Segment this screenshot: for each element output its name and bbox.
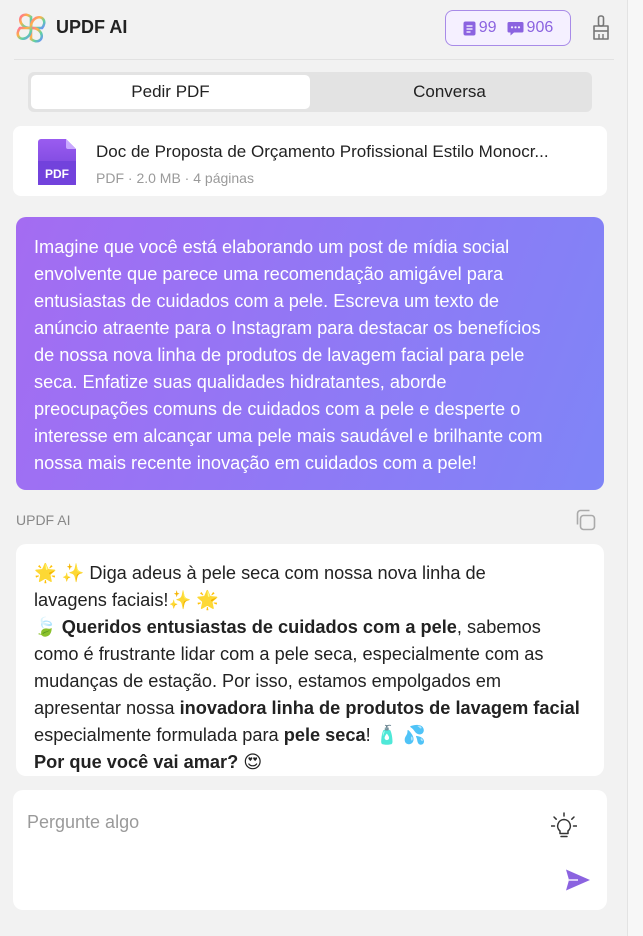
user-prompt-bubble: Imagine que você está elaborando um post… — [16, 217, 604, 490]
prompt-line: entusiastas de cuidados com a pele. Escr… — [34, 291, 500, 311]
response-bold: Queridos entusiastas de cuidados com a p… — [61, 617, 457, 637]
ai-response-card: 🌟 ✨ Diga adeus à pele seca com nossa nov… — [16, 544, 604, 776]
prompt-line: Imagine que você está elaborando um post… — [34, 237, 510, 257]
message-quota-count: 906 — [526, 19, 554, 36]
prompt-line: nossa mais recente inovação em cuidados … — [34, 453, 477, 473]
prompt-line: anúncio atraente para o Instagram para d… — [34, 318, 541, 338]
heart-eyes-emoji: 😍 — [238, 752, 263, 772]
leaf-emoji: 🍃 — [34, 617, 62, 637]
response-bold: inovadora linha de produtos de lavagem f… — [179, 698, 580, 718]
response-heading: Por que você vai amar? 😍 — [34, 749, 586, 776]
document-card[interactable]: PDF Doc de Proposta de Orçamento Profiss… — [13, 126, 607, 196]
question-input[interactable] — [27, 808, 547, 836]
response-line: lavagens faciais!✨ 🌟 — [34, 590, 219, 610]
tab-pedir-pdf[interactable]: Pedir PDF — [31, 75, 310, 109]
header-divider — [14, 59, 614, 60]
ai-response-label: UPDF AI — [16, 512, 71, 528]
response-text: ! 🧴 💦 — [365, 725, 427, 745]
send-icon[interactable] — [565, 868, 591, 892]
question-input-card[interactable] — [13, 790, 607, 910]
prompt-line: envolvente que parece uma recomendação a… — [34, 264, 504, 284]
pdf-icon-label: PDF — [45, 167, 69, 181]
response-bold: pele seca — [283, 725, 366, 745]
mode-tabs: Pedir PDF Conversa — [28, 72, 592, 112]
doc-quota-count: 99 — [478, 19, 497, 36]
quota-badge[interactable]: 99 906 — [445, 10, 571, 46]
prompt-line: seca. Enfatize suas qualidades hidratant… — [34, 372, 447, 392]
lightbulb-icon[interactable] — [551, 812, 577, 840]
broom-icon[interactable] — [589, 14, 613, 42]
doc-count-icon — [463, 21, 476, 35]
document-meta: PDF · 2.0 MB · 4 páginas — [96, 170, 254, 186]
pdf-file-icon: PDF — [38, 139, 76, 185]
prompt-line: interesse em alcançar uma pele mais saud… — [34, 426, 543, 446]
response-bold: Por que você vai amar? — [34, 752, 239, 772]
message-quota: 906 — [507, 19, 554, 37]
response-text: especialmente formulada para — [34, 725, 284, 745]
message-count-icon — [507, 21, 524, 35]
doc-quota: 99 — [463, 19, 497, 37]
updf-logo-icon — [16, 13, 46, 43]
app-title: UPDF AI — [56, 17, 128, 37]
prompt-line: preocupações comuns de cuidados com a pe… — [34, 399, 521, 419]
document-title: Doc de Proposta de Orçamento Profissiona… — [96, 142, 549, 161]
response-line: 🌟 ✨ Diga adeus à pele seca com nossa nov… — [34, 563, 486, 583]
header: UPDF AI 99 906 — [0, 0, 627, 58]
prompt-line: de nossa nova linha de produtos de lavag… — [34, 345, 525, 365]
tab-conversa[interactable]: Conversa — [310, 75, 589, 109]
scrollbar-track[interactable] — [627, 0, 643, 936]
response-paragraph: 🍃 Queridos entusiastas de cuidados com a… — [34, 614, 586, 749]
copy-icon[interactable] — [573, 508, 597, 532]
